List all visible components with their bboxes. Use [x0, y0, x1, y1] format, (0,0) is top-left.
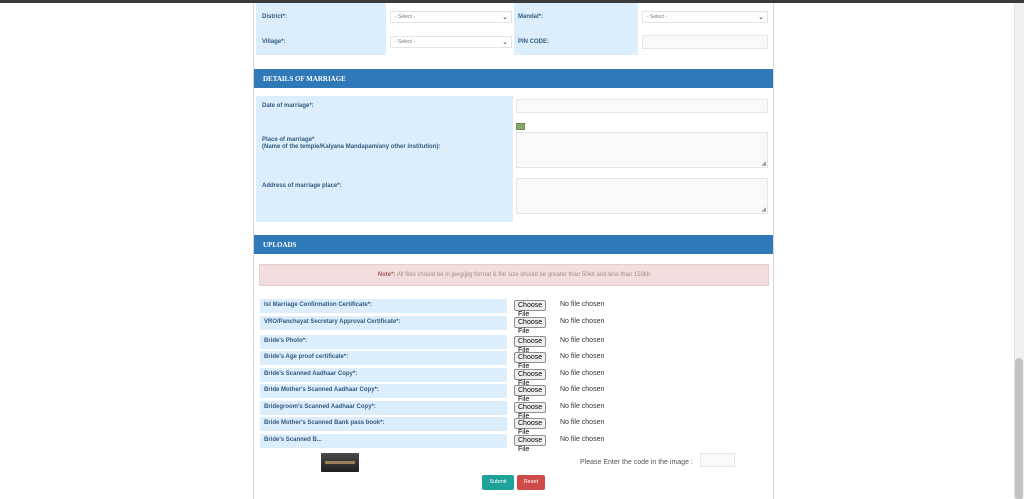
marriage-labels-bg [256, 96, 513, 222]
marriage-date-label: Date of marriage*: [262, 103, 314, 109]
choose-file-button[interactable]: Choose File [514, 300, 547, 318]
district-select[interactable]: - Select - ⌄ [390, 11, 512, 23]
resize-handle-icon[interactable]: ◢ [761, 206, 766, 213]
mandal-label-bg [514, 3, 638, 55]
no-file-text: No file chosen [560, 337, 605, 344]
marriage-address-label: Address of marriage place*: [262, 183, 342, 189]
scrollbar-thumb[interactable] [1015, 358, 1023, 499]
captcha-input[interactable] [700, 453, 735, 467]
no-file-text: No file chosen [560, 386, 605, 393]
chevron-down-icon: ⌄ [502, 14, 508, 21]
chevron-down-icon: ⌄ [502, 39, 508, 46]
choose-file-button[interactable]: Choose File [514, 369, 547, 387]
chevron-down-icon: ⌄ [758, 14, 764, 21]
village-select-value: - Select - [395, 39, 416, 45]
no-file-text: No file chosen [560, 370, 605, 377]
calendar-icon[interactable] [516, 123, 525, 130]
pincode-input[interactable] [642, 35, 768, 49]
marriage-section-header: DETAILS OF MARRIAGE [254, 69, 773, 88]
upload-label: Bride's Scanned Aadhaar Copy*: [260, 368, 507, 382]
no-file-text: No file chosen [560, 403, 605, 410]
district-select-value: - Select - [395, 14, 416, 20]
choose-file-button[interactable]: Choose File [514, 435, 547, 453]
uploads-section-header: UPLOADS [254, 235, 773, 254]
upload-label: Bride Mother's Scanned Aadhaar Copy*: [260, 384, 507, 398]
mandal-select[interactable]: - Select - ⌄ [642, 11, 768, 23]
upload-note: Note*: All files should be in jpeg/jpg f… [259, 264, 769, 286]
choose-file-button[interactable]: Choose File [514, 402, 547, 420]
choose-file-button[interactable]: Choose File [514, 385, 547, 403]
no-file-text: No file chosen [560, 301, 605, 308]
no-file-text: No file chosen [560, 436, 605, 443]
page-scrollbar[interactable] [1014, 3, 1024, 499]
upload-label: Bride's Scanned B... [260, 434, 507, 448]
choose-file-button[interactable]: Choose File [514, 352, 547, 370]
choose-file-button[interactable]: Choose File [514, 317, 547, 335]
no-file-text: No file chosen [560, 318, 605, 325]
mandal-select-value: - Select - [647, 14, 668, 20]
upload-label: Bride's Photo*: [260, 335, 507, 349]
upload-note-prefix: Note*: [377, 272, 396, 278]
no-file-text: No file chosen [560, 419, 605, 426]
village-select[interactable]: - Select - ⌄ [390, 36, 512, 48]
mandal-label: Mandal*: [518, 14, 544, 20]
marriage-address-textarea[interactable]: ◢ [516, 178, 768, 214]
registration-form: District*: - Select - ⌄ Mandal*: - Selec… [253, 3, 774, 499]
marriage-date-input[interactable] [516, 99, 768, 113]
captcha-stripe [325, 461, 355, 464]
upload-note-text: All files should be in jpeg/jpg format &… [396, 272, 651, 278]
marriage-place-sublabel: (Name of the temple/Kalyana Mandapam/any… [262, 144, 441, 150]
marriage-place-label: Place of marriage* [262, 137, 315, 143]
choose-file-button[interactable]: Choose File [514, 336, 547, 354]
captcha-label: Please Enter the code in the image : [580, 459, 693, 466]
upload-label: Bridegroom's Scanned Aadhaar Copy*: [260, 401, 507, 415]
no-file-text: No file chosen [560, 353, 605, 360]
village-label: Village*: [262, 39, 286, 45]
marriage-place-textarea[interactable]: ◢ [516, 132, 768, 168]
upload-label: Bride Mother's Scanned Bank pass book*: [260, 417, 507, 431]
upload-label: Bride's Age proof certificate*: [260, 351, 507, 365]
resize-handle-icon[interactable]: ◢ [761, 160, 766, 167]
upload-label: VRO/Panchayat Secretary Approval Certifi… [260, 316, 507, 330]
upload-label: Ist Marriage Confirmation Certificate*: [260, 299, 507, 313]
choose-file-button[interactable]: Choose File [514, 418, 547, 436]
captcha-image [321, 453, 359, 472]
submit-button[interactable]: Submit [482, 475, 514, 490]
district-label: District*: [262, 14, 288, 20]
district-label-bg [256, 3, 386, 55]
pincode-label: PIN CODE: [518, 39, 550, 45]
reset-button[interactable]: Reset [517, 475, 545, 490]
